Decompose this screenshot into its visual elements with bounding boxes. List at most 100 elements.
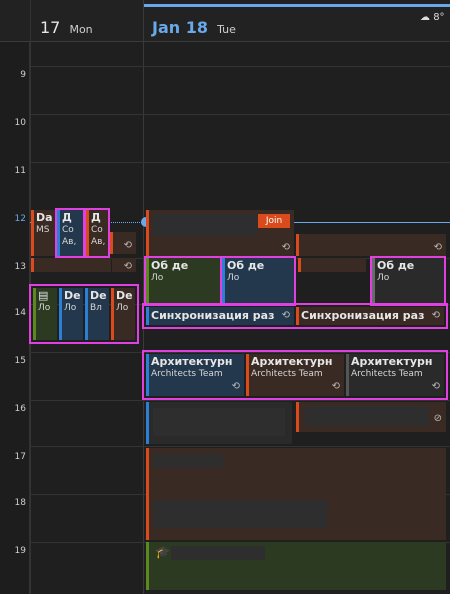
event-subtitle: Ло (151, 273, 164, 283)
event-subtitle: Architects Team (151, 369, 223, 379)
hour-line (30, 162, 450, 163)
event-subtitle: Co (91, 225, 103, 235)
weather-temp: 8° (433, 12, 445, 23)
event-mon-6[interactable]: De Ло (59, 288, 83, 340)
hour-label: 13 (14, 262, 26, 272)
hour-line (30, 400, 450, 401)
event-title: Архитектурн (251, 355, 333, 368)
sync-icon: ⟲ (281, 310, 290, 321)
graduation-cap-icon: 🎓 (155, 545, 170, 559)
event-title: Об де (227, 259, 265, 272)
hour-label: 17 (14, 452, 26, 462)
redacted-title (305, 406, 429, 426)
event-tue-17[interactable] (146, 448, 446, 494)
event-tue-ob-2[interactable]: Об де Ло (220, 256, 296, 306)
event-tue-arch-1[interactable]: Архитектурн Architects Team ⟲ (146, 354, 244, 396)
event-subtitle: MS (36, 225, 50, 235)
sync-icon: ⟲ (281, 242, 290, 253)
sync-off-icon: ⊘ (433, 413, 442, 424)
day-number: 17 (40, 18, 61, 37)
event-title: Об де (377, 259, 415, 272)
sync-icon: ⟲ (431, 310, 440, 321)
event-mon-5[interactable]: ▤ Ло (33, 288, 57, 340)
day-header-mon[interactable]: 17 Mon (40, 18, 93, 37)
event-tue-19[interactable]: 🎓 (146, 542, 446, 590)
hour-label: 11 (14, 166, 26, 176)
event-subtitle: Architects Team (251, 369, 323, 379)
notebook-icon: ▤ (38, 289, 49, 302)
hour-label: 19 (14, 546, 26, 556)
event-subtitle: Ло (38, 303, 51, 313)
day-name: Tue (217, 23, 236, 36)
event-tue-ob-3[interactable]: Об де Ло (370, 256, 446, 306)
event-subtitle: Architects Team (351, 369, 423, 379)
day-name: Mon (69, 23, 93, 36)
event-tue-sync-2[interactable]: Синхронизация раз ⟲ (296, 307, 444, 325)
event-tue-18[interactable] (146, 494, 446, 540)
event-mon-4-short[interactable]: ⟲ (110, 232, 136, 254)
sync-icon: ⟲ (123, 240, 132, 251)
event-title: De (90, 289, 107, 302)
event-subtitle: Ло (64, 303, 77, 313)
event-title: Об де (151, 259, 189, 272)
event-tue-arch-2[interactable]: Архитектурн Architects Team ⟲ (246, 354, 344, 396)
redacted-title (153, 214, 257, 236)
event-tue-arch-3[interactable]: Архитектурн Architects Team ⟲ (346, 354, 444, 396)
weather: ☁ 8° (420, 12, 445, 23)
redacted-title (171, 546, 265, 560)
event-mon-short-1[interactable] (31, 258, 111, 272)
hour-line (30, 446, 450, 447)
sync-icon: ⟲ (431, 381, 440, 392)
event-title: Архитектурн (351, 355, 433, 368)
event-subtitle: Ло (377, 273, 390, 283)
event-tue-16-right[interactable]: ⊘ (296, 402, 446, 432)
event-subtitle: Co (62, 225, 74, 235)
event-mon-8[interactable]: De Ло (111, 288, 135, 340)
redacted-title (153, 500, 327, 528)
event-mon-3[interactable]: Д Co Ав, (84, 208, 110, 258)
hour-line (30, 66, 450, 67)
event-subtitle: Ав, (62, 237, 77, 247)
hour-label: 18 (14, 498, 26, 508)
event-mon-1[interactable]: Da MS (31, 210, 55, 256)
event-tue-16-left[interactable] (146, 402, 292, 444)
join-label: Join (265, 216, 283, 226)
event-title: Синхронизация раз (151, 309, 275, 322)
event-subtitle: Ло (116, 303, 129, 313)
event-title: De (116, 289, 133, 302)
hour-line (30, 114, 450, 115)
event-title: De (64, 289, 81, 302)
event-title: Д (62, 211, 72, 224)
event-tue-13-short[interactable] (298, 258, 366, 272)
hour-label: 10 (14, 118, 26, 128)
hour-label-current: 12 (14, 214, 26, 224)
event-tue-ob-1[interactable]: Об де Ло (144, 256, 222, 306)
cloud-icon: ☁ (420, 12, 430, 23)
event-subtitle: Ло (227, 273, 240, 283)
hour-label: 9 (20, 70, 26, 80)
event-subtitle: Ав, (91, 237, 106, 247)
event-mon-2[interactable]: Д Co Ав, (55, 208, 85, 258)
event-title: Д (91, 211, 101, 224)
today-indicator (144, 4, 450, 7)
sync-icon: ⟲ (123, 261, 132, 272)
event-title: Синхронизация раз (301, 309, 425, 322)
sync-icon: ⟲ (433, 242, 442, 253)
event-mon-7[interactable]: De Вл (85, 288, 109, 340)
event-tue-sync-1[interactable]: Синхронизация раз ⟲ (146, 307, 294, 325)
day-header-tue[interactable]: Jan 18 Tue (152, 18, 236, 37)
hour-label: 15 (14, 356, 26, 366)
event-subtitle: Вл (90, 303, 102, 313)
hour-label: 14 (14, 308, 26, 318)
redacted-title (153, 408, 285, 436)
event-title: Da (36, 211, 53, 224)
sync-icon: ⟲ (231, 381, 240, 392)
redacted-title (153, 454, 223, 468)
sync-icon: ⟲ (331, 381, 340, 392)
event-tue-12-right[interactable]: ⟲ (296, 234, 446, 256)
day-number: Jan 18 (152, 18, 208, 37)
event-title: Архитектурн (151, 355, 233, 368)
join-button[interactable]: Join (258, 214, 290, 228)
event-mon-short-2[interactable]: ⟲ (112, 258, 136, 272)
hour-label: 16 (14, 404, 26, 414)
